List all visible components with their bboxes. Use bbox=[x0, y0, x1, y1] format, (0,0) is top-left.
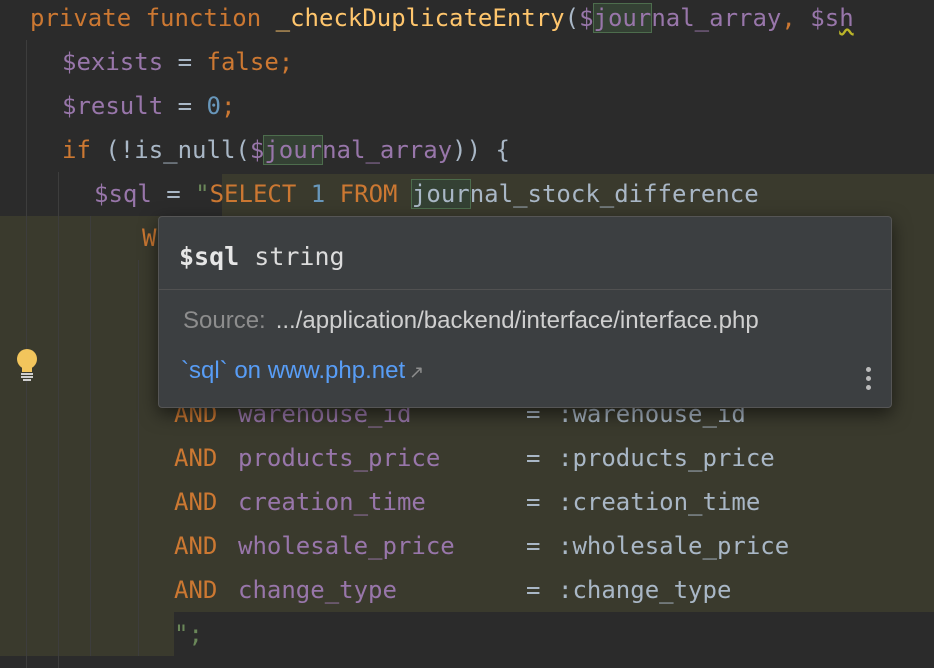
php-net-link-text[interactable]: `sql` on www.php.net bbox=[181, 357, 405, 384]
popup-source-label: Source: bbox=[183, 307, 266, 334]
indent-guide bbox=[90, 216, 91, 656]
code-line-if[interactable]: if (!is_null($journal_array)) { bbox=[62, 128, 510, 172]
more-vertical-icon[interactable] bbox=[863, 367, 873, 395]
code-line-and-wholesale-price[interactable]: AND wholesale_price =:wholesale_price bbox=[174, 524, 789, 568]
code-line-and-change-type[interactable]: AND change_type =:change_type bbox=[174, 568, 731, 612]
popup-source-path: .../application/backend/interface/interf… bbox=[275, 307, 759, 334]
function-name: _checkDuplicateEntry bbox=[275, 4, 565, 32]
php-net-link[interactable]: `sql` on www.php.net ↗ bbox=[181, 357, 424, 385]
code-line-and-products-price[interactable]: AND products_price =:products_price bbox=[174, 436, 775, 480]
code-line-closing[interactable]: "; bbox=[174, 612, 203, 656]
highlighted-occurrence: jour bbox=[263, 135, 324, 165]
highlighted-occurrence: jour bbox=[592, 3, 653, 33]
highlighted-occurrence: jour bbox=[410, 179, 471, 209]
quick-documentation-popup: $sql string Source: .../application/backe… bbox=[158, 216, 892, 408]
code-editor[interactable]: private function _checkDuplicateEntry($j… bbox=[0, 0, 934, 668]
popup-header: $sql string bbox=[159, 217, 891, 290]
lightbulb-icon[interactable] bbox=[14, 348, 40, 382]
indent-guide bbox=[58, 172, 59, 668]
external-link-icon: ↗ bbox=[409, 362, 425, 382]
code-line-sql-assign[interactable]: $sql = "SELECT 1 FROM journal_stock_diff… bbox=[94, 172, 759, 216]
code-line-and-creation-time[interactable]: AND creation_time =:creation_time bbox=[174, 480, 760, 524]
popup-symbol-name: $sql bbox=[179, 242, 240, 271]
popup-source: Source: .../application/backend/interface… bbox=[183, 307, 759, 335]
popup-symbol-type: string bbox=[254, 242, 345, 271]
keyword-private-function: private function bbox=[30, 4, 276, 32]
code-line-exists[interactable]: $exists = false; bbox=[62, 40, 293, 84]
code-line-where-partial[interactable]: W bbox=[142, 216, 156, 260]
code-line-result[interactable]: $result = 0; bbox=[62, 84, 235, 128]
warning-squiggle: h bbox=[839, 4, 854, 32]
code-line-function-signature[interactable]: private function _checkDuplicateEntry($j… bbox=[30, 0, 854, 40]
indent-guide bbox=[138, 260, 139, 656]
